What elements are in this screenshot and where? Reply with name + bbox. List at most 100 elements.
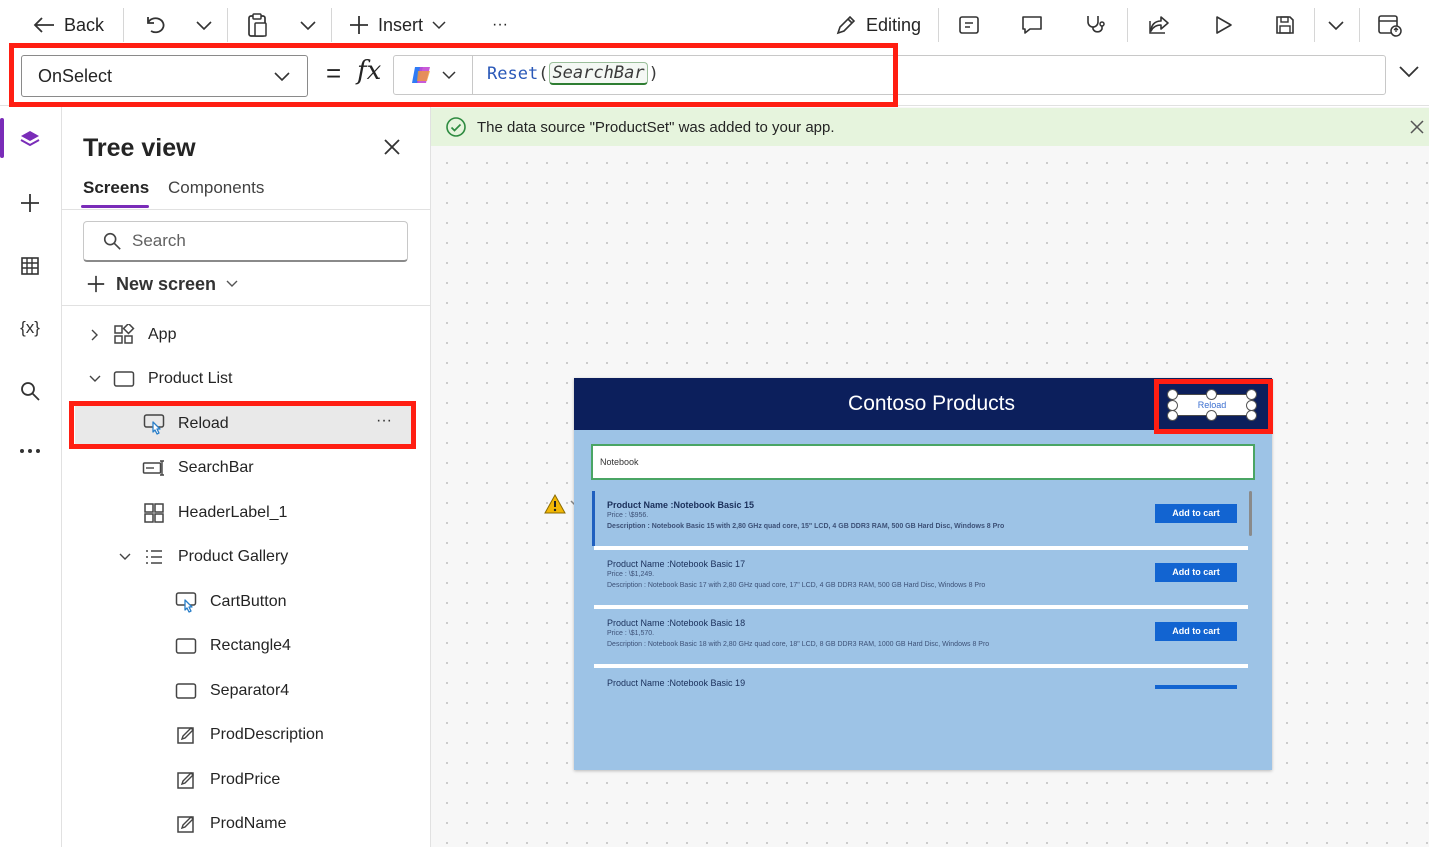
insert-rail-button[interactable] (15, 188, 45, 218)
paste-dropdown[interactable] (299, 8, 317, 42)
gallery-item[interactable]: Product Name :Notebook Basic 15 Price : … (594, 494, 1248, 550)
resize-handle[interactable] (1206, 389, 1217, 400)
tree-node-proddescription[interactable]: ProdDescription (174, 715, 324, 755)
stethoscope-icon (1087, 16, 1105, 33)
more-rail-button[interactable] (15, 436, 45, 466)
product-name: Product Name :Notebook Basic 19 (607, 678, 746, 688)
tree-node-prodprice[interactable]: ProdPrice (174, 760, 280, 800)
preview-button[interactable] (1212, 8, 1234, 42)
notes-icon (959, 16, 979, 34)
app-preview-screen[interactable]: Contoso Products Reload Notebook Product… (574, 378, 1272, 770)
save-button[interactable] (1274, 8, 1296, 42)
health-check-button[interactable] (1083, 8, 1107, 42)
chevron-down-icon (226, 280, 238, 287)
undo-dropdown[interactable] (195, 8, 213, 42)
divider (62, 209, 430, 210)
table-icon (21, 257, 39, 275)
tree-node-label: SearchBar (178, 459, 254, 476)
close-icon (384, 139, 400, 155)
product-price: Price : \$1,249. (607, 571, 655, 578)
product-description: Description : Notebook Basic 17 with 2,8… (607, 582, 986, 589)
chevron-down-icon (1328, 21, 1344, 31)
rail-active-indicator (0, 118, 4, 158)
more-commands-button[interactable]: ··· (492, 8, 508, 42)
close-tree-button[interactable] (381, 136, 403, 158)
gallery-scrollbar[interactable] (1249, 491, 1252, 536)
add-to-cart-button-partial[interactable] (1155, 685, 1237, 689)
publish-button[interactable] (1377, 8, 1403, 42)
copilot-icon (412, 67, 430, 83)
formula-open-paren: ( (538, 63, 549, 84)
insert-button[interactable]: Insert (348, 8, 447, 42)
save-dropdown[interactable] (1327, 8, 1345, 42)
warning-icon[interactable] (543, 493, 567, 515)
tree-search-input[interactable]: Search (83, 221, 408, 262)
gallery-item[interactable]: Product Name :Notebook Basic 17 Price : … (594, 553, 1248, 609)
publish-icon (1378, 15, 1402, 37)
new-screen-button[interactable]: New screen (86, 270, 238, 298)
tree-node-prodname[interactable]: ProdName (174, 804, 286, 844)
dismiss-notification-button[interactable] (1409, 119, 1425, 135)
share-icon (1149, 16, 1169, 34)
formula-expression[interactable]: Reset ( SearchBar ) (487, 62, 659, 85)
divider (1314, 8, 1315, 42)
chevron-down-icon (118, 553, 132, 561)
gallery-item[interactable]: Product Name :Notebook Basic 19 (594, 672, 1248, 728)
resize-handle[interactable] (1206, 410, 1217, 421)
tree-node-searchbar[interactable]: SearchBar (142, 448, 254, 488)
tree-node-label: Product List (148, 370, 233, 387)
tree-node-cartbutton[interactable]: CartButton (174, 582, 286, 622)
data-rail-button[interactable] (15, 251, 45, 281)
editing-mode-button[interactable]: Editing (834, 8, 921, 42)
comment-icon (1022, 16, 1042, 34)
share-button[interactable] (1147, 8, 1171, 42)
gallery-item[interactable]: Product Name :Notebook Basic 18 Price : … (594, 612, 1248, 668)
divider (62, 305, 430, 306)
tree-node-separator4[interactable]: Separator4 (174, 671, 289, 711)
paste-button[interactable] (246, 8, 270, 42)
property-dropdown[interactable]: OnSelect (21, 55, 308, 97)
tree-node-label: Reload (178, 415, 229, 432)
edit-text-icon (174, 812, 198, 836)
divider (227, 8, 228, 42)
tab-screens[interactable]: Screens (83, 178, 149, 198)
tab-components[interactable]: Components (168, 178, 264, 198)
screen-icon (112, 367, 136, 391)
app-checker-button[interactable] (958, 8, 980, 42)
undo-button[interactable] (143, 8, 167, 42)
resize-handle[interactable] (1246, 410, 1257, 421)
resize-handle[interactable] (1246, 389, 1257, 400)
add-to-cart-button[interactable]: Add to cart (1155, 563, 1237, 582)
copilot-button[interactable] (394, 56, 473, 94)
divider (123, 8, 124, 42)
ellipsis-icon (20, 449, 40, 453)
more-label: ··· (492, 16, 508, 33)
tree-view-rail-button[interactable] (15, 125, 45, 155)
app-icon (112, 323, 136, 347)
resize-handle[interactable] (1167, 410, 1178, 421)
product-name: Product Name :Notebook Basic 15 (607, 500, 755, 510)
tree-node-product-list[interactable]: Product List (88, 359, 232, 399)
equals-sign: = (326, 58, 342, 88)
rectangle-icon (174, 634, 198, 658)
tree-node-product-gallery[interactable]: Product Gallery (118, 537, 288, 577)
play-icon (1216, 16, 1232, 34)
expand-formula-button[interactable] (1398, 64, 1420, 78)
tree-node-rectangle4[interactable]: Rectangle4 (174, 626, 291, 666)
add-to-cart-button[interactable]: Add to cart (1155, 622, 1237, 641)
add-to-cart-button[interactable]: Add to cart (1155, 504, 1237, 523)
back-button[interactable]: Back (32, 8, 104, 42)
tree-node-reload[interactable]: Reload (142, 404, 229, 444)
product-name: Product Name :Notebook Basic 17 (607, 559, 746, 569)
tree-node-app[interactable]: App (88, 315, 176, 355)
product-price: Price : \$1,570. (607, 630, 655, 637)
editing-label: Editing (866, 14, 922, 35)
node-more-button[interactable]: ··· (376, 412, 392, 430)
comments-button[interactable] (1020, 8, 1044, 42)
notification-bar: The data source "ProductSet" was added t… (431, 108, 1429, 146)
search-rail-button[interactable] (15, 376, 45, 406)
variables-rail-button[interactable]: {x} (15, 313, 45, 343)
resize-handle[interactable] (1167, 389, 1178, 400)
tree-node-headerlabel[interactable]: HeaderLabel_1 (142, 493, 287, 533)
app-search-input[interactable]: Notebook (591, 444, 1255, 480)
